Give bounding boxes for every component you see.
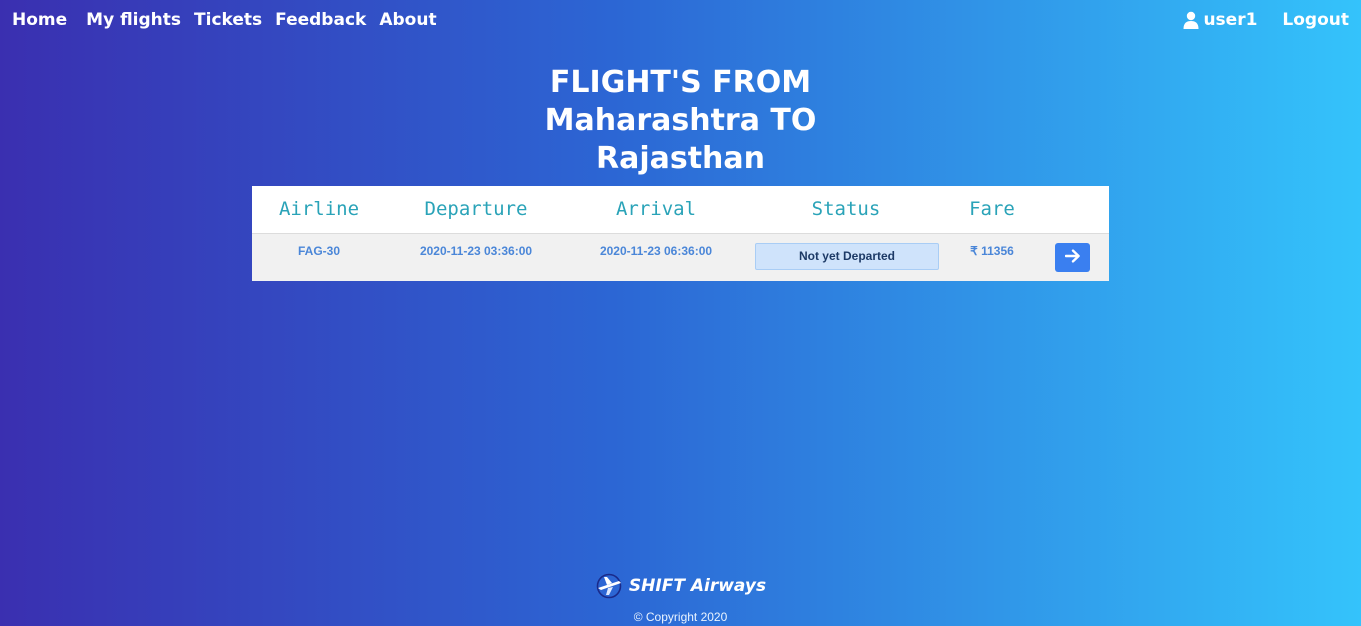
page-title-line-2: Maharashtra TO [544,103,817,138]
cell-airline: FAG-30 [297,244,340,258]
header-arrival: Arrival [615,198,697,220]
arrow-right-icon [1064,248,1081,267]
cell-departure: 2020-11-23 03:36:00 [419,244,533,258]
header-airline: Airline [278,198,360,220]
cell-fare: ₹ 11356 [970,244,1014,258]
nav-about-link[interactable]: About [379,10,436,30]
nav-my-flights-link[interactable]: My flights [86,10,181,30]
logout-link[interactable]: Logout [1282,10,1349,30]
flights-table: Airline Departure Arrival Status Fare FA… [252,186,1109,281]
header-departure: Departure [424,198,528,220]
nav-feedback-link[interactable]: Feedback [275,10,366,30]
nav-home-link[interactable]: Home [12,10,67,30]
header-fare: Fare [969,198,1015,220]
plane-logo-icon [595,572,623,600]
view-flight-button[interactable] [1055,243,1090,272]
table-header: Airline Departure Arrival Status Fare [252,186,1109,234]
table-row: FAG-30 2020-11-23 03:36:00 2020-11-23 06… [252,234,1109,281]
user-menu[interactable]: user1 [1183,10,1257,30]
nav-right-links: user1 Logout [1183,10,1349,30]
status-badge: Not yet Departed [755,243,939,270]
nav-tickets-link[interactable]: Tickets [194,10,262,30]
brand-name: SHIFT Airways [628,576,767,596]
user-icon [1183,11,1199,29]
page-title-line-3: Rajasthan [595,141,766,176]
page-title-line-1: FLIGHT'S FROM [549,65,812,100]
page-title: FLIGHT'S FROM Maharashtra TO Rajasthan [0,64,1361,178]
footer-brand: SHIFT Airways [0,572,1361,600]
username-label: user1 [1203,10,1258,30]
copyright-text: © Copyright 2020 [633,610,728,624]
top-navbar: Home My flights Tickets Feedback About u… [0,0,1361,42]
cell-arrival: 2020-11-23 06:36:00 [599,244,713,258]
header-status: Status [811,198,881,220]
nav-left-links: Home My flights Tickets Feedback About [12,10,450,30]
